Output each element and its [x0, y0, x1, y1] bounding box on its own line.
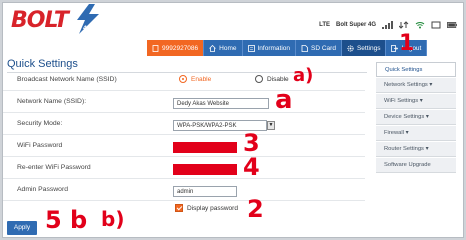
- reenter-password-input[interactable]: [173, 164, 237, 175]
- nav-information[interactable]: Information: [242, 40, 297, 56]
- checkbox-checked-icon: [175, 204, 183, 212]
- admin-password-row: Admin Password admin: [3, 181, 365, 201]
- nav-sd-card[interactable]: SD Card: [296, 40, 342, 56]
- nav-label: Home: [219, 44, 237, 52]
- logout-icon: [391, 44, 399, 52]
- sidebar-item-router-settings[interactable]: Router Settings ▾: [376, 142, 456, 157]
- svg-text:4G: 4G: [83, 25, 92, 32]
- security-mode-row: Security Mode: WPA-PSK/WPA2-PSK ▼: [3, 115, 365, 135]
- ssid-row: Network Name (SSID): Dedy Akas Website: [3, 93, 365, 113]
- reenter-password-label: Re-enter WiFi Password: [17, 164, 91, 171]
- operator-name: Bolt Super 4G: [335, 22, 376, 28]
- wifi-password-input[interactable]: [173, 142, 237, 153]
- sim-card-icon: [152, 44, 159, 52]
- radio-selected-icon: [179, 75, 187, 83]
- annotation-b-paren: b): [101, 207, 125, 231]
- apply-button[interactable]: Apply: [7, 221, 37, 235]
- signal-strength-icon: [382, 21, 393, 29]
- wifi-icon: [415, 22, 425, 29]
- header: BOLT 4G LTE Bolt Super 4G: [3, 3, 463, 41]
- nav-label: Settings: [356, 44, 381, 52]
- enable-label: Enable: [191, 75, 212, 83]
- nav-label: SD Card: [311, 44, 336, 52]
- nav-label: Information: [257, 44, 291, 52]
- ssid-label: Network Name (SSID):: [17, 98, 87, 105]
- annotation-a: a: [275, 85, 293, 115]
- enable-radio[interactable]: Enable: [179, 75, 211, 83]
- status-bar: LTE Bolt Super 4G: [319, 19, 457, 31]
- sidebar-item-quick-settings[interactable]: Quick Settings: [376, 62, 456, 77]
- disable-label: Disable: [267, 75, 289, 83]
- disable-radio[interactable]: Disable: [255, 75, 289, 83]
- annotation-4: 4: [243, 153, 260, 181]
- nav-settings[interactable]: Settings: [341, 40, 387, 56]
- battery-icon: [447, 22, 457, 28]
- lightning-bolt-icon: 4G: [77, 4, 99, 34]
- nav-label: 9992927086: [162, 44, 199, 52]
- annotation-2: 2: [247, 195, 264, 223]
- display-password-checkbox[interactable]: Display password: [175, 204, 238, 212]
- settings-sidebar: Quick Settings Network Settings ▾ WiFi S…: [376, 62, 456, 174]
- nav-home[interactable]: Home: [204, 40, 243, 56]
- gear-icon: [347, 44, 354, 52]
- admin-password-input[interactable]: admin: [173, 186, 237, 197]
- annotation-a-paren: a): [293, 65, 314, 86]
- sidebar-item-network-settings[interactable]: Network Settings ▾: [376, 78, 456, 93]
- annotation-3: 3: [243, 129, 260, 157]
- data-transfer-icon: [399, 21, 409, 29]
- broadcast-ssid-label: Broadcast Network Name (SSID): [17, 76, 117, 83]
- sd-card-icon: [301, 44, 308, 52]
- security-mode-label: Security Mode:: [17, 120, 63, 127]
- router-admin-window: BOLT 4G LTE Bolt Super 4G 9992927086 Hom…: [2, 2, 464, 238]
- page-title: Quick Settings: [7, 58, 78, 70]
- sidebar-item-device-settings[interactable]: Device Settings ▾: [376, 110, 456, 125]
- chevron-down-icon[interactable]: ▼: [267, 121, 275, 130]
- home-icon: [209, 44, 216, 52]
- display-password-label: Display password: [187, 204, 238, 212]
- sidebar-item-wifi-settings[interactable]: WiFi Settings ▾: [376, 94, 456, 109]
- admin-password-label: Admin Password: [17, 186, 68, 193]
- reenter-password-row: Re-enter WiFi Password: [3, 159, 365, 179]
- annotation-5b: 5 b: [45, 206, 88, 234]
- network-type: LTE: [319, 22, 330, 28]
- sms-icon: [431, 21, 441, 29]
- bolt-logo: BOLT 4G: [9, 4, 109, 36]
- logo-text: BOLT: [11, 8, 69, 33]
- radio-unselected-icon: [255, 75, 263, 83]
- wifi-password-label: WiFi Password: [17, 142, 63, 149]
- sidebar-item-firewall[interactable]: Firewall ▾: [376, 126, 456, 141]
- ssid-input[interactable]: Dedy Akas Website: [173, 98, 269, 109]
- sidebar-item-software-upgrade[interactable]: Software Upgrade: [376, 158, 456, 173]
- info-icon: [247, 44, 255, 52]
- nav-phone-number[interactable]: 9992927086: [147, 40, 205, 56]
- annotation-1: 1: [399, 31, 415, 56]
- wifi-password-row: WiFi Password: [3, 137, 365, 157]
